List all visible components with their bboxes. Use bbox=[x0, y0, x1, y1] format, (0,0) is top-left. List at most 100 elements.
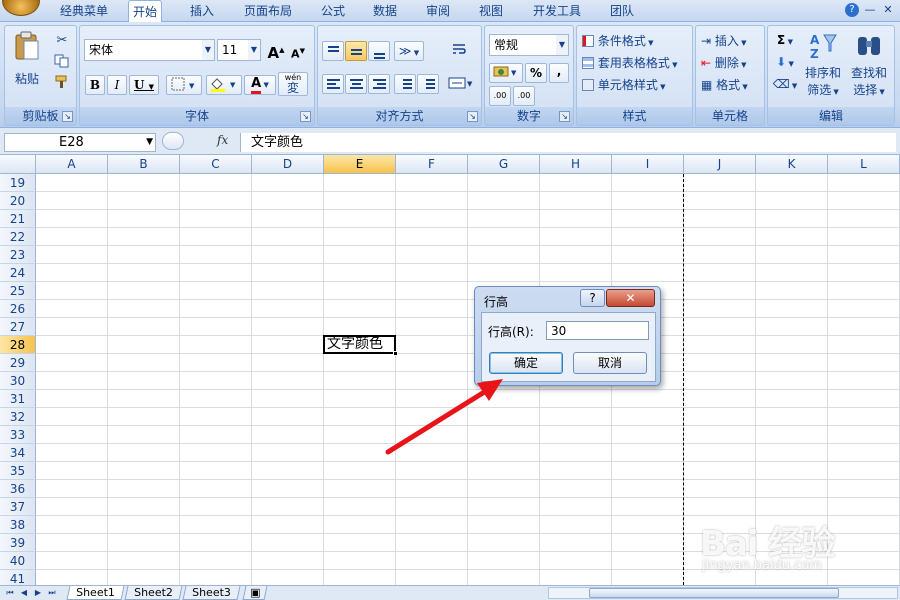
font-launcher-icon[interactable]: ↘ bbox=[300, 111, 311, 122]
row-header-28[interactable]: 28 bbox=[0, 336, 36, 354]
row-header-32[interactable]: 32 bbox=[0, 408, 36, 426]
insert-sheet-button[interactable]: ▣ bbox=[242, 586, 268, 600]
row-header-40[interactable]: 40 bbox=[0, 552, 36, 570]
close-workbook-icon[interactable]: ✕ bbox=[880, 2, 896, 18]
cancel-button[interactable]: 取消 bbox=[573, 352, 647, 374]
font-color-button[interactable]: A ▼ bbox=[244, 75, 276, 95]
underline-button[interactable]: U ▼ bbox=[129, 75, 159, 95]
tab-team[interactable]: 团队 bbox=[606, 0, 638, 22]
find-select-button[interactable]: 查找和 选择 ▼ bbox=[847, 30, 891, 97]
delete-cells-button[interactable]: ⇤ 删除 ▼ bbox=[700, 53, 762, 73]
number-launcher-icon[interactable]: ↘ bbox=[559, 111, 570, 122]
next-sheet-icon[interactable]: ▶ bbox=[32, 587, 44, 599]
scroll-thumb[interactable] bbox=[589, 588, 839, 598]
formula-input[interactable]: 文字颜色 bbox=[240, 133, 896, 152]
grow-font-button[interactable]: A▲ bbox=[266, 39, 286, 62]
paste-button[interactable]: 粘贴 bbox=[9, 30, 45, 94]
row-header-24[interactable]: 24 bbox=[0, 264, 36, 282]
column-header-b[interactable]: B bbox=[108, 155, 180, 174]
align-center-button[interactable] bbox=[345, 74, 367, 94]
column-header-e[interactable]: E bbox=[324, 155, 396, 174]
row-header-29[interactable]: 29 bbox=[0, 354, 36, 372]
tab-page-layout[interactable]: 页面布局 bbox=[240, 0, 296, 22]
tab-view[interactable]: 视图 bbox=[475, 0, 507, 22]
autosum-button[interactable]: Σ ▼ bbox=[771, 31, 799, 49]
row-header-33[interactable]: 33 bbox=[0, 426, 36, 444]
tab-classic-menu[interactable]: 经典菜单 bbox=[56, 0, 112, 22]
format-as-table-button[interactable]: 套用表格格式 ▼ bbox=[581, 53, 689, 73]
column-header-k[interactable]: K bbox=[756, 155, 828, 174]
fill-handle[interactable] bbox=[393, 351, 398, 356]
row-header-30[interactable]: 30 bbox=[0, 372, 36, 390]
row-header-26[interactable]: 26 bbox=[0, 300, 36, 318]
sheet-tab-3[interactable]: Sheet3 bbox=[182, 586, 241, 600]
comma-button[interactable]: , bbox=[549, 63, 569, 83]
clipboard-launcher-icon[interactable]: ↘ bbox=[62, 111, 73, 122]
row-header-35[interactable]: 35 bbox=[0, 462, 36, 480]
first-sheet-icon[interactable]: ⏮ bbox=[4, 587, 16, 599]
fill-color-button[interactable]: ▼ bbox=[206, 75, 242, 95]
row-header-27[interactable]: 27 bbox=[0, 318, 36, 336]
tab-formulas[interactable]: 公式 bbox=[317, 0, 349, 22]
sort-filter-button[interactable]: A Z 排序和 筛选 ▼ bbox=[801, 30, 845, 97]
italic-button[interactable]: I bbox=[107, 75, 127, 95]
office-button[interactable] bbox=[2, 0, 40, 16]
column-header-a[interactable]: A bbox=[36, 155, 108, 174]
row-header-19[interactable]: 19 bbox=[0, 174, 36, 192]
row-header-20[interactable]: 20 bbox=[0, 192, 36, 210]
row-height-input[interactable] bbox=[546, 321, 649, 340]
row-header-25[interactable]: 25 bbox=[0, 282, 36, 300]
increase-indent-button[interactable] bbox=[417, 74, 439, 94]
tab-developer[interactable]: 开发工具 bbox=[529, 0, 585, 22]
row-header-22[interactable]: 22 bbox=[0, 228, 36, 246]
copy-icon[interactable] bbox=[52, 53, 72, 71]
prev-sheet-icon[interactable]: ◀ bbox=[18, 587, 30, 599]
cell-styles-button[interactable]: 单元格样式 ▼ bbox=[581, 75, 689, 95]
number-format-select[interactable]: 常规 ▼ bbox=[489, 34, 569, 56]
format-painter-icon[interactable] bbox=[52, 74, 72, 92]
ok-button[interactable]: 确定 bbox=[489, 352, 563, 374]
font-size-select[interactable]: 11 ▼ bbox=[217, 39, 261, 61]
align-left-button[interactable] bbox=[322, 74, 344, 94]
active-cell[interactable]: 文字颜色 bbox=[323, 335, 398, 356]
name-box[interactable]: E28 ▼ bbox=[4, 133, 156, 152]
merge-center-button[interactable]: ▼ bbox=[446, 74, 476, 94]
formula-options-icon[interactable] bbox=[162, 132, 184, 150]
row-header-34[interactable]: 34 bbox=[0, 444, 36, 462]
percent-button[interactable]: % bbox=[525, 63, 547, 83]
accounting-format-button[interactable]: ▼ bbox=[489, 63, 523, 83]
row-header-38[interactable]: 38 bbox=[0, 516, 36, 534]
row-header-36[interactable]: 36 bbox=[0, 480, 36, 498]
align-bottom-button[interactable] bbox=[368, 41, 390, 61]
column-header-j[interactable]: J bbox=[684, 155, 756, 174]
decrease-decimal-button[interactable]: .00 bbox=[513, 86, 535, 106]
row-header-41[interactable]: 41 bbox=[0, 570, 36, 585]
last-sheet-icon[interactable]: ⏭ bbox=[46, 587, 58, 599]
column-header-d[interactable]: D bbox=[252, 155, 324, 174]
tab-insert[interactable]: 插入 bbox=[186, 0, 218, 22]
wrap-text-button[interactable] bbox=[448, 41, 470, 61]
bold-button[interactable]: B bbox=[85, 75, 105, 95]
column-header-l[interactable]: L bbox=[828, 155, 900, 174]
conditional-format-button[interactable]: 条件格式 ▼ bbox=[581, 31, 689, 51]
align-right-button[interactable] bbox=[368, 74, 390, 94]
dialog-close-button[interactable]: ✕ bbox=[606, 289, 655, 307]
row-header-39[interactable]: 39 bbox=[0, 534, 36, 552]
insert-cells-button[interactable]: ⇥ 插入 ▼ bbox=[700, 31, 762, 51]
format-cells-button[interactable]: ▦ 格式 ▼ bbox=[700, 75, 762, 95]
orientation-button[interactable]: ≫ ▼ bbox=[394, 41, 424, 61]
horizontal-scrollbar[interactable] bbox=[548, 587, 898, 599]
clear-button[interactable]: ⌫ ▼ bbox=[771, 75, 799, 93]
column-header-i[interactable]: I bbox=[612, 155, 684, 174]
column-header-h[interactable]: H bbox=[540, 155, 612, 174]
column-header-g[interactable]: G bbox=[468, 155, 540, 174]
fill-button[interactable]: ⬇ ▼ bbox=[771, 53, 799, 71]
help-icon[interactable]: ? bbox=[845, 3, 859, 17]
dialog-help-button[interactable]: ? bbox=[580, 289, 605, 307]
shrink-font-button[interactable]: A▼ bbox=[288, 41, 308, 61]
column-header-f[interactable]: F bbox=[396, 155, 468, 174]
column-header-c[interactable]: C bbox=[180, 155, 252, 174]
cut-icon[interactable]: ✂ bbox=[52, 32, 72, 50]
align-middle-button[interactable] bbox=[345, 41, 367, 61]
tab-review[interactable]: 审阅 bbox=[422, 0, 454, 22]
